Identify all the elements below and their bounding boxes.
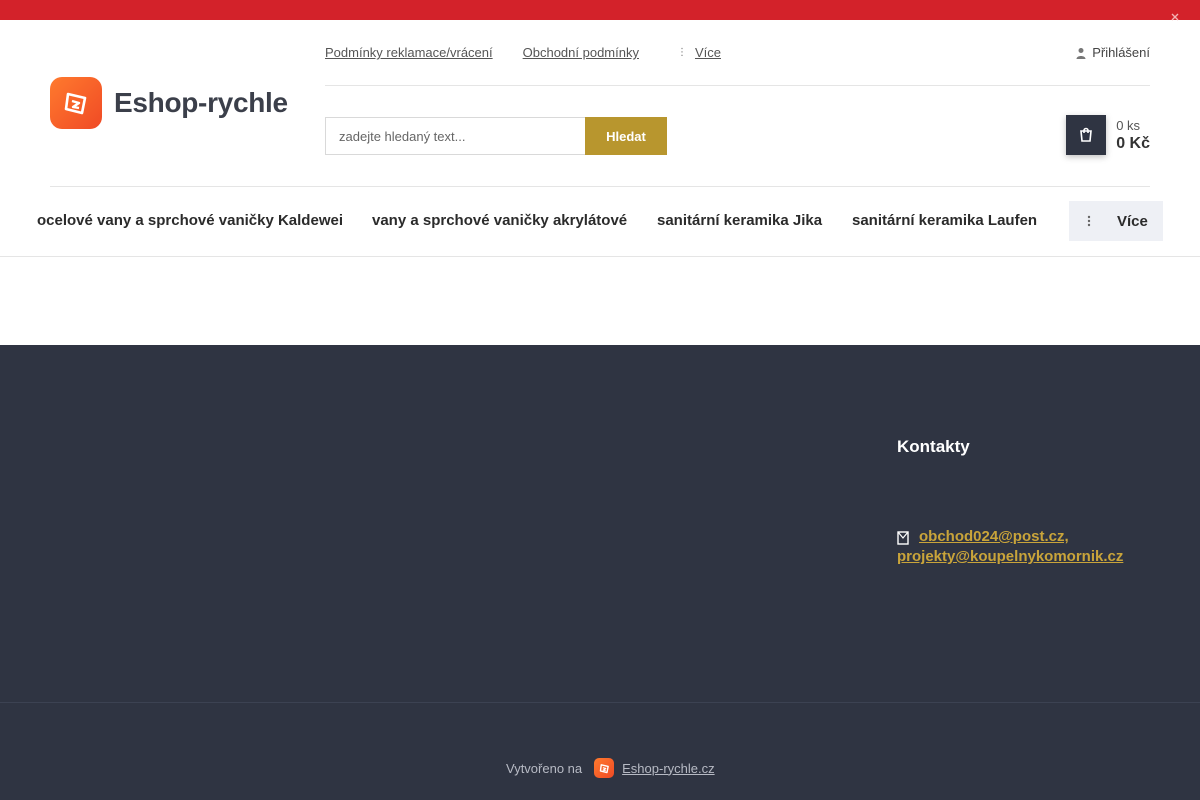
site-header: Eshop-rychle Podmínky reklamace/vrácení … — [0, 20, 1200, 257]
nav-item-acrylic[interactable]: vany a sprchové vaničky akrylátové — [372, 201, 627, 241]
nav-item-jika[interactable]: sanitární keramika Jika — [657, 201, 822, 241]
link-reclamation-terms[interactable]: Podmínky reklamace/vrácení — [325, 45, 493, 60]
logo-text: Eshop-rychle — [114, 87, 288, 118]
email-link-obchod[interactable]: obchod024@post.cz, — [919, 528, 1069, 545]
top-announcement-bar — [0, 0, 1200, 21]
link-business-terms[interactable]: Obchodní podmínky — [523, 45, 639, 60]
search-input[interactable] — [325, 117, 585, 155]
logo-mark-icon — [50, 77, 102, 129]
header-divider — [325, 85, 1150, 86]
credit-link[interactable]: Eshop-rychle.cz — [622, 761, 714, 776]
eshop-rychle-logo-icon — [594, 758, 615, 778]
credit-text: Vytvořeno na — [506, 760, 583, 776]
top-links: Podmínky reklamace/vrácení Obchodní podm… — [325, 45, 721, 60]
cart-quantity: 0 ks — [1116, 117, 1141, 133]
cart-price: 0 Kč — [1116, 134, 1150, 152]
cart-widget[interactable]: 0 ks 0 Kč — [1066, 115, 1150, 155]
cart-icon[interactable] — [1066, 115, 1107, 155]
main-navigation: ocelové vany a sprchové vaničky Kaldewei… — [0, 201, 1200, 241]
login-label: Přihlášení — [1092, 45, 1150, 60]
email-link-projekty[interactable]: projekty@koupelnykomornik.cz — [897, 548, 1123, 565]
credit-line: Vytvořeno na Eshop-rychle.cz — [506, 758, 715, 778]
dots-icon — [1087, 215, 1091, 227]
nav-item-kaldewei[interactable]: ocelové vany a sprchové vaničky Kaldewei — [37, 201, 343, 241]
cart-summary: 0 ks 0 Kč — [1116, 118, 1150, 153]
contacts-email-line: obchod024@post.cz, projekty@koupelnykomo… — [897, 527, 1167, 567]
site-footer: Kontakty obchod024@post.cz, projekty@kou… — [0, 345, 1200, 702]
contacts-heading: Kontakty — [897, 437, 970, 456]
nav-more-label: Více — [1117, 212, 1148, 230]
search-form: Hledat — [325, 117, 667, 155]
nav-more-button[interactable]: Více — [1069, 201, 1163, 241]
search-button[interactable]: Hledat — [585, 117, 667, 155]
login-link[interactable]: Přihlášení — [1076, 45, 1150, 60]
footer-bottom-bar: Vytvořeno na Eshop-rychle.cz — [0, 702, 1200, 800]
site-logo[interactable]: Eshop-rychle — [50, 77, 288, 129]
nav-item-laufen[interactable]: sanitární keramika Laufen — [852, 201, 1037, 241]
top-links-more-label[interactable]: Více — [695, 45, 721, 60]
envelope-icon — [897, 531, 909, 545]
user-icon — [1076, 47, 1086, 59]
nav-divider — [50, 186, 1150, 187]
top-links-more[interactable]: ⋮ Více — [677, 45, 721, 60]
dots-icon: ⋮ — [676, 47, 687, 58]
